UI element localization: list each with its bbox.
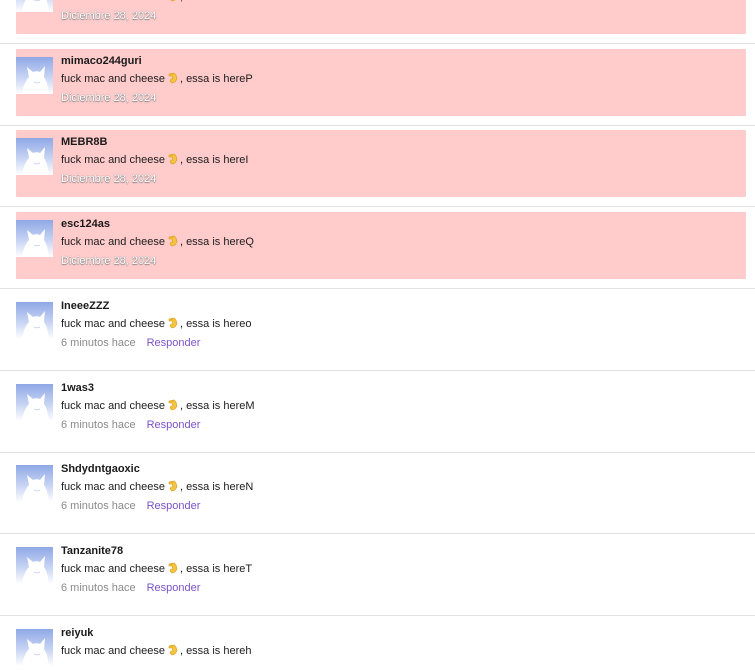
avatar-image xyxy=(16,628,53,666)
avatar-image xyxy=(16,546,53,584)
comment-text: fuck mac and cheese , essa is hereo xyxy=(61,317,252,330)
comment-date: Diciembre 28, 2024 xyxy=(61,173,157,186)
comment-item: IneeeZZZ fuck mac and cheese , essa is h… xyxy=(0,290,755,371)
comment-item: 1was3 fuck mac and cheese , essa is here… xyxy=(0,372,755,453)
comment-username[interactable]: mimaco244guri xyxy=(61,55,142,67)
avatar-image xyxy=(16,0,53,12)
comment-text-end: , essa is hereh xyxy=(179,644,252,657)
comment-meta: 6 minutos hace Responder xyxy=(61,419,200,431)
pinching-hand-emoji-icon xyxy=(168,480,178,492)
default-cat-avatar-icon[interactable] xyxy=(16,56,53,94)
comment-username[interactable]: 1was3 xyxy=(61,382,94,394)
default-cat-avatar-icon[interactable] xyxy=(16,465,53,503)
avatar-image xyxy=(16,383,53,421)
comment-username[interactable]: Tanzanite78 xyxy=(61,545,123,557)
comment-username[interactable]: MEBR8B xyxy=(61,136,107,148)
avatar-image xyxy=(16,56,53,94)
comment-text-end: , essa is hereD xyxy=(180,0,253,3)
default-cat-avatar-icon[interactable] xyxy=(16,546,53,584)
comment-date: 6 minutos hace xyxy=(61,581,136,594)
comment-text-start: fuck mac and cheese xyxy=(61,317,165,330)
comment-text-end: , essa is hereP xyxy=(179,72,253,85)
comment-text-end: , essa is hereN xyxy=(179,481,254,494)
comment-feed: fuck mac and cheese , essa is hereD Dici… xyxy=(0,0,755,670)
comment-text-end: , essa is hereQ xyxy=(179,236,254,249)
comment-text-start: fuck mac and cheese xyxy=(61,644,165,657)
comment-meta: 6 minutos hace Responder xyxy=(61,500,200,512)
avatar-image xyxy=(16,220,53,258)
comment-text-end: , essa is hereI xyxy=(179,154,249,167)
avatar-image xyxy=(16,465,53,503)
comment-meta: Diciembre 28, 2024 xyxy=(61,173,156,185)
comment-date: 6 minutos hace xyxy=(61,418,136,431)
comment-date: 6 minutos hace xyxy=(61,336,136,349)
comment-text: fuck mac and cheese , essa is hereT xyxy=(61,562,252,575)
comment-meta: Diciembre 28, 2024 xyxy=(61,255,156,267)
default-cat-avatar-icon[interactable] xyxy=(16,138,53,176)
comment-text-end: , essa is hereT xyxy=(179,562,253,575)
reply-link[interactable]: Responder xyxy=(147,419,201,431)
comment-text-end: , essa is hereM xyxy=(179,399,255,412)
pinching-hand-emoji-icon xyxy=(168,644,178,655)
comment-text-start: fuck mac and cheese xyxy=(61,236,165,249)
comment-username[interactable]: reiyuk xyxy=(61,627,93,639)
comment-item: MEBR8B fuck mac and cheese , essa is her… xyxy=(0,126,755,208)
comment-meta xyxy=(61,664,72,670)
default-cat-avatar-icon[interactable] xyxy=(16,0,53,12)
comment-username[interactable]: Shdydntgaoxic xyxy=(61,463,140,475)
comment-text: fuck mac and cheese , essa is hereP xyxy=(61,72,253,85)
comment-date: Diciembre 28, 2024 xyxy=(61,255,157,268)
comment-date: 6 minutos hace xyxy=(61,500,136,513)
comment-text-end: , essa is hereo xyxy=(179,317,252,330)
comment-text: fuck mac and cheese , essa is hereQ xyxy=(61,235,254,248)
default-cat-avatar-icon[interactable] xyxy=(16,383,53,421)
comment-username[interactable]: esc124as xyxy=(61,218,110,230)
comment-text-start: fuck mac and cheese xyxy=(61,72,165,85)
comment-item: reiyuk fuck mac and cheese , essa is her… xyxy=(0,617,755,670)
pinching-hand-emoji-icon xyxy=(168,235,178,247)
comment-meta: 6 minutos hace Responder xyxy=(61,337,200,349)
avatar-image xyxy=(16,301,53,339)
comment-text: fuck mac and cheese , essa is hereh xyxy=(61,644,252,657)
comment-date: Diciembre 28, 2024 xyxy=(61,91,157,104)
comment-item: mimaco244guri fuck mac and cheese , essa… xyxy=(0,45,755,126)
comment-item: Shdydntgaoxic fuck mac and cheese , essa… xyxy=(0,453,755,535)
comment-meta: Diciembre 28, 2024 xyxy=(61,10,156,22)
avatar-image xyxy=(16,138,53,176)
comment-text-start: fuck mac and cheese xyxy=(61,154,165,167)
pinching-hand-emoji-icon xyxy=(168,154,178,165)
comment-date: Diciembre 28, 2024 xyxy=(61,10,157,22)
comment-username[interactable]: IneeeZZZ xyxy=(61,300,109,312)
comment-meta: Diciembre 28, 2024 xyxy=(61,92,156,104)
comment-text: fuck mac and cheese , essa is hereI xyxy=(61,153,248,166)
pinching-hand-emoji-icon xyxy=(170,0,176,2)
comment-item: fuck mac and cheese , essa is hereD Dici… xyxy=(0,0,755,44)
comment-text-start: fuck mac and cheese xyxy=(61,562,165,575)
comment-text: fuck mac and cheese , essa is hereD xyxy=(61,0,253,3)
comment-text: fuck mac and cheese , essa is hereM xyxy=(61,399,255,412)
comment-text-start: fuck mac and cheese xyxy=(61,0,165,3)
comment-text-start: fuck mac and cheese xyxy=(61,399,165,412)
reply-link[interactable]: Responder xyxy=(147,582,201,594)
pinching-hand-emoji-icon xyxy=(168,317,178,329)
pinching-hand-emoji-icon xyxy=(168,399,178,410)
comment-text-start: fuck mac and cheese xyxy=(61,481,165,494)
pinching-hand-emoji-icon xyxy=(168,72,178,84)
comment-text: fuck mac and cheese , essa is hereN xyxy=(61,480,253,493)
reply-link[interactable]: Responder xyxy=(147,337,201,349)
comment-meta: 6 minutos hace Responder xyxy=(61,582,200,594)
pinching-hand-emoji-icon xyxy=(168,562,178,574)
comment-item: Tanzanite78 fuck mac and cheese , essa i… xyxy=(0,535,755,616)
default-cat-avatar-icon[interactable] xyxy=(16,628,53,666)
default-cat-avatar-icon[interactable] xyxy=(16,220,53,258)
comment-item: esc124as fuck mac and cheese , essa is h… xyxy=(0,208,755,290)
reply-link[interactable]: Responder xyxy=(147,500,201,512)
default-cat-avatar-icon[interactable] xyxy=(16,301,53,339)
